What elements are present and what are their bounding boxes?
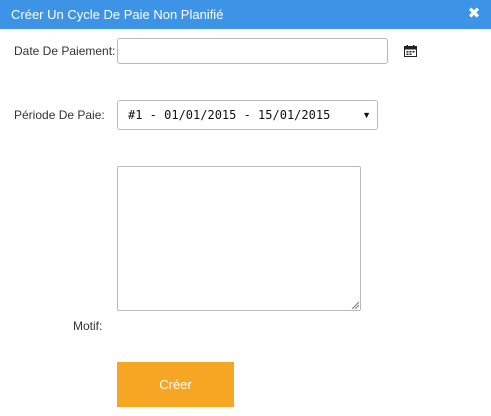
pay-period-selected-value: #1 - 01/01/2015 - 15/01/2015 <box>128 108 331 122</box>
motif-textarea[interactable] <box>117 166 361 311</box>
periode-label: Période De Paie: <box>14 108 105 122</box>
dialog-title: Créer Un Cycle De Paie Non Planifié <box>11 7 224 22</box>
pay-period-select[interactable]: #1 - 01/01/2015 - 15/01/2015 ▼ <box>117 100 378 130</box>
motif-label: Motif: <box>73 319 103 333</box>
create-button[interactable]: Créer <box>117 362 234 407</box>
payment-date-input[interactable] <box>117 38 388 64</box>
create-payroll-cycle-dialog: Créer Un Cycle De Paie Non Planifié ✖ Da… <box>0 0 491 416</box>
close-icon[interactable]: ✖ <box>467 5 481 23</box>
calendar-icon[interactable] <box>404 45 417 57</box>
resize-grip-icon[interactable] <box>351 301 359 309</box>
dropdown-arrow-icon: ▼ <box>362 110 371 120</box>
date-label: Date De Paiement: <box>14 44 116 58</box>
dialog-header: Créer Un Cycle De Paie Non Planifié ✖ <box>0 0 491 29</box>
